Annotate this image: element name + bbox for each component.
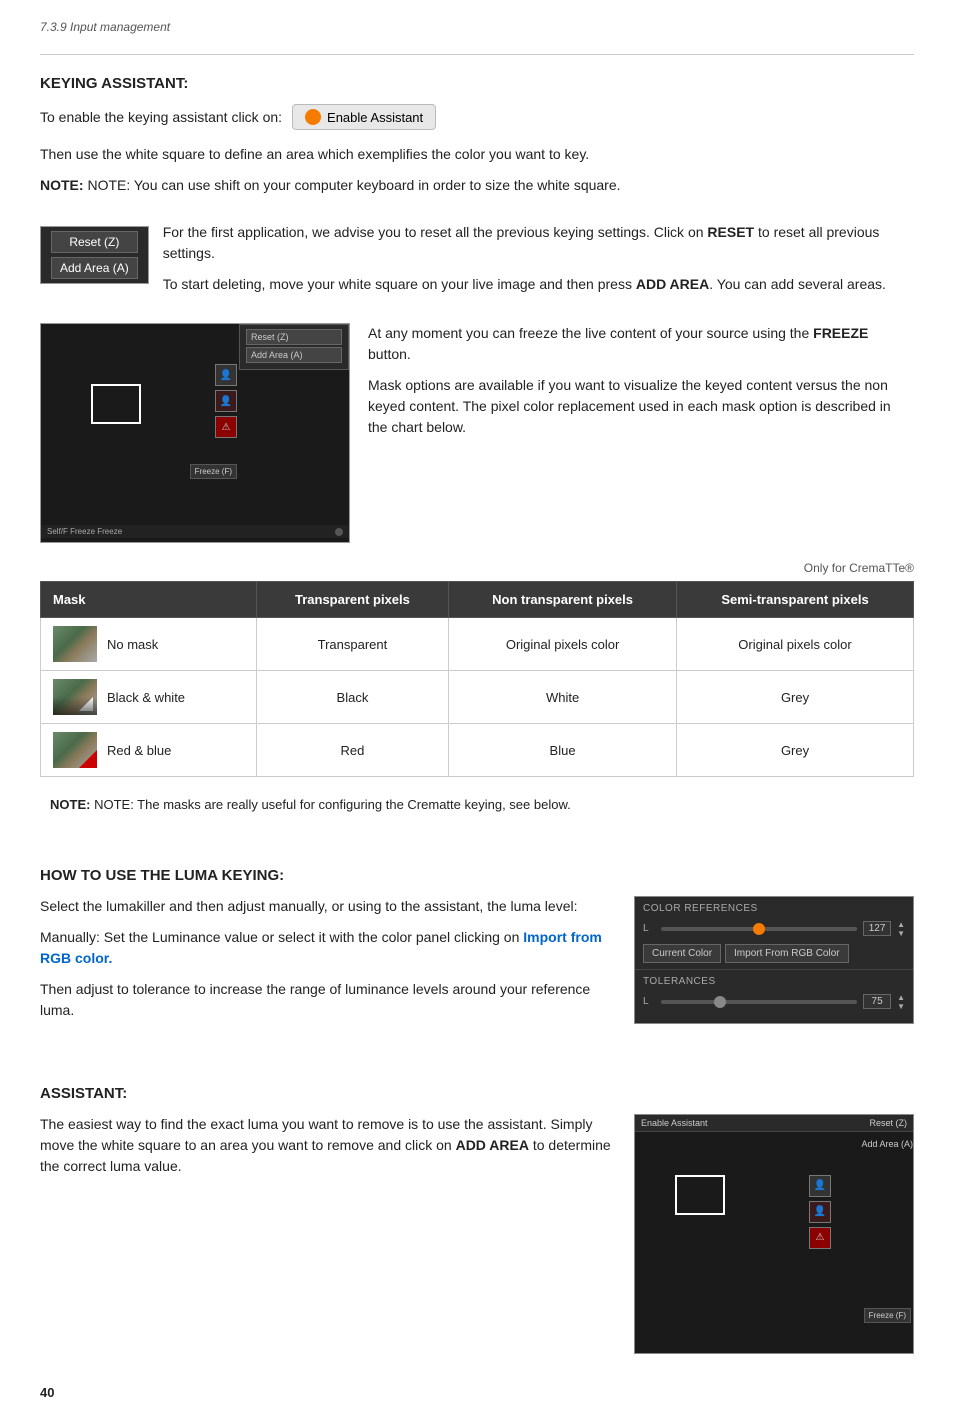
color-reference-panel: COLOR REFERENCES L 127 ▲ ▼ Current Color… <box>634 896 914 1024</box>
tol-l-label: L <box>643 996 655 1007</box>
tol-spinner-down[interactable]: ▼ <box>897 1002 905 1011</box>
enable-text: To enable the keying assistant click on: <box>40 107 282 128</box>
rb-mask-thumb <box>53 732 97 768</box>
tolerance-slider[interactable] <box>661 1000 857 1004</box>
panel-reset-btn[interactable]: Reset (Z) <box>246 329 342 345</box>
keying-screenshot: Reset (Z) Add Area (A) 👤 👤 ⚠ Freeze (F) … <box>40 323 350 543</box>
bottom-bar-text: Self/F Freeze Freeze <box>47 527 122 536</box>
keying-para1: Then use the white square to define an a… <box>40 144 914 165</box>
current-color-button[interactable]: Current Color <box>643 944 721 963</box>
tolerance-slider-thumb <box>714 996 726 1008</box>
icon-column: 👤 👤 ⚠ <box>215 364 237 438</box>
col-semi-transparent: Semi-transparent pixels <box>677 582 914 618</box>
reset-label-top: Reset (Z) <box>869 1118 907 1128</box>
orange-circle-icon <box>305 109 321 125</box>
assist-person-icon: 👤 <box>809 1175 831 1197</box>
bw-non-transparent: White <box>449 671 677 724</box>
panel-add-area-btn[interactable]: Add Area (A) <box>246 347 342 363</box>
assist-person2-icon: 👤 <box>809 1201 831 1223</box>
person2-icon: 👤 <box>215 390 237 412</box>
ui-panel: Reset (Z) Add Area (A) <box>239 324 349 370</box>
screenshot-bottom-bar: Self/F Freeze Freeze <box>41 525 349 538</box>
assistant-icon-column: 👤 👤 ⚠ <box>809 1175 831 1249</box>
keying-assistant-heading: KEYING ASSISTANT: <box>40 75 914 92</box>
col-non-transparent: Non transparent pixels <box>449 582 677 618</box>
enable-btn-label: Enable Assistant <box>327 110 423 125</box>
no-mask-thumb <box>53 626 97 662</box>
freeze-button[interactable]: Freeze (F) <box>190 464 237 479</box>
rb-non-transparent: Blue <box>449 724 677 777</box>
bw-semi-transparent: Grey <box>677 671 914 724</box>
warning-icon: ⚠ <box>215 416 237 438</box>
tolerances-section: TOLERANCES L 75 ▲ ▼ <box>635 969 913 1023</box>
assistant-heading: ASSISTANT: <box>40 1085 914 1102</box>
assistant-screenshot: Enable Assistant Reset (Z) Add Area (A) … <box>634 1114 914 1354</box>
assistant-text-block: The easiest way to find the exact luma y… <box>40 1114 614 1187</box>
bw-transparent: Black <box>256 671 448 724</box>
reset-para1: For the first application, we advise you… <box>163 222 914 264</box>
screenshot-text-block: At any moment you can freeze the live co… <box>368 323 914 448</box>
person-icon: 👤 <box>215 364 237 386</box>
luminance-value: 127 <box>863 921 891 936</box>
luminance-spinner[interactable]: ▲ ▼ <box>897 920 905 938</box>
rb-mask-label: Red & blue <box>107 743 171 758</box>
col-transparent: Transparent pixels <box>256 582 448 618</box>
enable-assistant-label: Enable Assistant <box>641 1118 708 1128</box>
breadcrumb: 7.3.9 Input management <box>40 20 914 34</box>
add-area-button[interactable]: Add Area (A) <box>51 257 138 279</box>
reset-para2: To start deleting, move your white squar… <box>163 274 914 295</box>
no-mask-label: No mask <box>107 637 158 652</box>
spinner-up[interactable]: ▲ <box>897 920 905 929</box>
no-mask-semi-transparent: Original pixels color <box>677 618 914 671</box>
assistant-white-square <box>675 1175 725 1215</box>
l-label: L <box>643 923 655 934</box>
color-ref-title: COLOR REFERENCES <box>643 903 905 914</box>
mask-table: Mask Transparent pixels Non transparent … <box>40 581 914 777</box>
reset-button[interactable]: Reset (Z) <box>51 231 138 253</box>
white-square <box>91 384 141 424</box>
tolerance-value: 75 <box>863 994 891 1009</box>
bw-mask-label: Black & white <box>107 690 185 705</box>
table-row: Red & blue Red Blue Grey <box>41 724 914 777</box>
reset-add-box: Reset (Z) Add Area (A) <box>40 226 149 284</box>
col-mask: Mask <box>41 582 257 618</box>
no-mask-non-transparent: Original pixels color <box>449 618 677 671</box>
tolerances-title: TOLERANCES <box>643 976 905 987</box>
assistant-para1: The easiest way to find the exact luma y… <box>40 1114 614 1177</box>
tolerance-spinner[interactable]: ▲ ▼ <box>897 993 905 1011</box>
status-dot <box>335 528 343 536</box>
luma-heading: HOW TO USE THE LUMA KEYING: <box>40 867 914 884</box>
slash-decoration <box>79 697 93 711</box>
note2: NOTE: NOTE: The masks are really useful … <box>40 795 914 815</box>
luma-para2: Manually: Set the Luminance value or sel… <box>40 927 614 969</box>
luma-para1: Select the lumakiller and then adjust ma… <box>40 896 614 917</box>
bw-mask-thumb <box>53 679 97 715</box>
freeze-para2: Mask options are available if you want t… <box>368 375 914 438</box>
import-from-rgb-button[interactable]: Import From RGB Color <box>725 944 849 963</box>
enable-assistant-button[interactable]: Enable Assistant <box>292 104 436 130</box>
import-rgb-link[interactable]: Import from RGB color. <box>40 929 602 966</box>
add-area-label-top: Add Area (A) <box>816 1139 913 1149</box>
freeze-btn-bottom[interactable]: Freeze (F) <box>864 1308 911 1323</box>
luma-text-block: Select the lumakiller and then adjust ma… <box>40 896 614 1031</box>
rb-semi-transparent: Grey <box>677 724 914 777</box>
table-row: Black & white Black White Grey <box>41 671 914 724</box>
tol-spinner-up[interactable]: ▲ <box>897 993 905 1002</box>
rb-transparent: Red <box>256 724 448 777</box>
assist-warning-icon: ⚠ <box>809 1227 831 1249</box>
keying-note1: NOTE: NOTE: You can use shift on your co… <box>40 175 914 196</box>
assistant-screenshot-topbar: Enable Assistant Reset (Z) <box>635 1115 913 1132</box>
luminance-slider[interactable] <box>661 927 857 931</box>
spinner-down[interactable]: ▼ <box>897 929 905 938</box>
freeze-para1: At any moment you can freeze the live co… <box>368 323 914 365</box>
no-mask-transparent: Transparent <box>256 618 448 671</box>
page-number: 40 <box>40 1385 54 1400</box>
luminance-slider-thumb <box>753 923 765 935</box>
table-row: No mask Transparent Original pixels colo… <box>41 618 914 671</box>
luma-para3: Then adjust to tolerance to increase the… <box>40 979 614 1021</box>
only-for-label: Only for CremaTTe® <box>40 561 914 575</box>
reset-add-text: For the first application, we advise you… <box>163 222 914 305</box>
red-corner-decoration <box>79 750 97 768</box>
